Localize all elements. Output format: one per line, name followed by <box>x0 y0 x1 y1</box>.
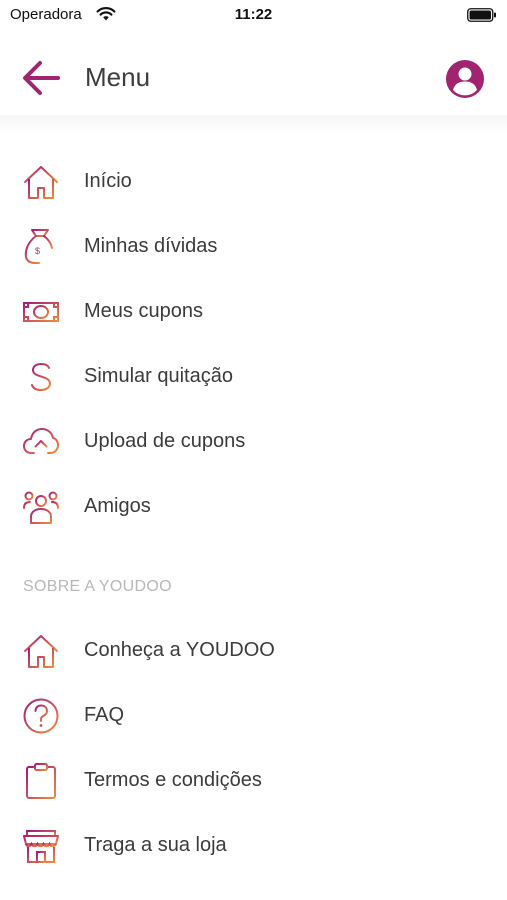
menu-item-label: Upload de cupons <box>84 430 246 452</box>
menu-item-label: Conheça a YOUDOO <box>84 639 275 661</box>
menu-item-label: Minhas dívidas <box>84 235 218 257</box>
arrow-left-icon <box>23 61 60 95</box>
cloud-upload-icon <box>23 428 59 459</box>
menu-item-label: Amigos <box>84 495 151 517</box>
status-bar: Operadora 11:22 <box>0 0 507 32</box>
home-icon <box>24 635 58 668</box>
menu-item-label: FAQ <box>84 704 125 726</box>
menu-item-traga-sua-loja[interactable]: Traga a sua loja <box>0 813 507 878</box>
menu-item-label: Simular quitação <box>84 365 233 387</box>
menu-item-minhas-dividas[interactable]: $ Minhas dívidas <box>0 214 507 279</box>
svg-text:$: $ <box>35 246 40 256</box>
menu-item-meus-cupons[interactable]: Meus cupons <box>0 279 507 344</box>
store-icon <box>23 830 59 863</box>
app-header: Menu <box>0 40 507 120</box>
money-bag-icon: $ <box>24 229 58 264</box>
menu-item-label: Meus cupons <box>84 300 203 322</box>
menu-item-faq[interactable]: FAQ <box>0 683 507 748</box>
menu-item-label: Traga a sua loja <box>84 834 227 856</box>
menu-item-termos-condicoes[interactable]: Termos e condições <box>0 748 507 813</box>
menu-item-amigos[interactable]: Amigos <box>0 474 507 539</box>
profile-button[interactable] <box>444 58 486 100</box>
friends-icon <box>23 491 59 524</box>
header-divider <box>0 115 507 135</box>
menu-item-conheca-youdoo[interactable]: Conheça a YOUDOO <box>0 618 507 683</box>
menu-item-label: Início <box>84 170 132 192</box>
menu-item-inicio[interactable]: Início <box>0 149 507 214</box>
clipboard-icon <box>26 763 56 799</box>
home-icon <box>24 166 58 199</box>
menu-item-upload-cupons[interactable]: Upload de cupons <box>0 409 507 474</box>
question-icon <box>23 698 59 734</box>
about-menu: Conheça a YOUDOO FAQ Termos e condições <box>0 618 507 878</box>
section-title-about: SOBRE A YOUDOO <box>23 578 172 595</box>
page-title: Menu <box>85 62 151 92</box>
clock: 11:22 <box>234 6 273 23</box>
banknote-icon <box>23 302 59 322</box>
back-button[interactable] <box>20 58 64 102</box>
main-menu: Início $ Minhas dívidas Meus cupons Simu… <box>0 149 507 539</box>
menu-item-label: Termos e condições <box>84 769 262 791</box>
dollar-sign-icon <box>31 360 52 394</box>
menu-item-simular-quitacao[interactable]: Simular quitação <box>0 344 507 409</box>
battery-icon <box>467 8 497 27</box>
user-avatar-icon <box>446 60 484 98</box>
